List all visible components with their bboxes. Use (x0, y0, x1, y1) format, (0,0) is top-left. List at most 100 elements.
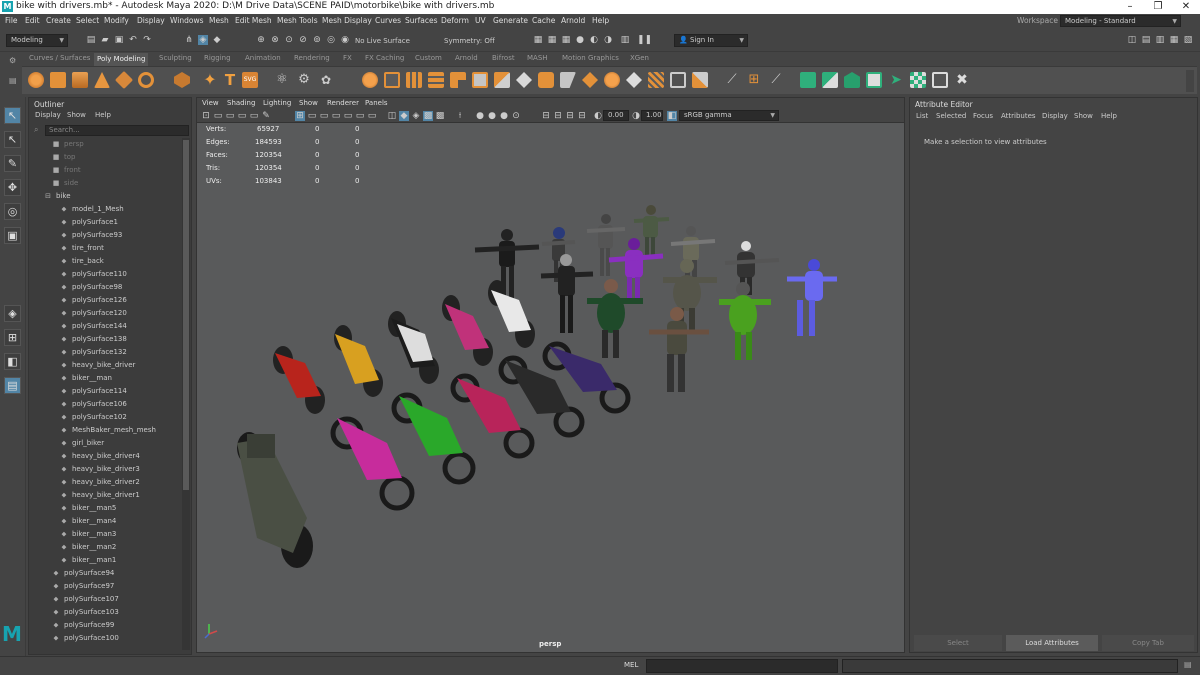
select-tool-icon[interactable]: ↖ (4, 107, 21, 124)
outliner-item[interactable]: ⬥ heavy_bike_driver3 (29, 463, 140, 476)
motorbike-model[interactable] (334, 325, 383, 397)
undo-icon[interactable]: ↶ (128, 35, 138, 45)
minimize-button[interactable]: – (1116, 0, 1144, 14)
copy-tab-button[interactable]: Copy Tab (1102, 635, 1194, 651)
attr-menu-focus[interactable]: Focus (973, 112, 993, 120)
outliner-item[interactable]: ⬥ polySurface126 (29, 294, 127, 307)
outliner-menu-show[interactable]: Show (67, 111, 86, 119)
menu-file[interactable]: File (5, 16, 18, 25)
attr-menu-selected[interactable]: Selected (936, 112, 966, 120)
boolean-icon[interactable] (362, 72, 378, 88)
outliner-item[interactable]: ⬥ polySurface103 (29, 606, 119, 619)
attr-menu-display[interactable]: Display (1042, 112, 1068, 120)
outliner-item[interactable]: ⬥ polySurface106 (29, 398, 127, 411)
separate-icon[interactable]: ⚙ (296, 72, 312, 88)
attr-menu-show[interactable]: Show (1074, 112, 1093, 120)
menu-modify[interactable]: Modify (104, 16, 129, 25)
rider-model[interactable] (670, 226, 716, 282)
outliner-item[interactable]: ⬥ heavy_bike_driver (29, 359, 136, 372)
sculpt-brush-icon[interactable]: ⟋ (724, 72, 740, 88)
snap-view-icon[interactable]: ⊚ (312, 35, 322, 45)
tab-fx[interactable]: FX (343, 54, 352, 62)
rider-model[interactable] (724, 241, 780, 295)
make-hole-icon[interactable] (516, 72, 532, 88)
type-tool-icon[interactable]: T (222, 72, 238, 88)
outliner-item[interactable]: ■ persp (29, 138, 84, 151)
four-view-icon[interactable]: ⊞ (4, 329, 21, 346)
move-tool-icon[interactable]: ✥ (4, 179, 21, 196)
menu-deform[interactable]: Deform (441, 16, 469, 25)
layout-uv-icon[interactable] (932, 72, 948, 88)
outliner-item[interactable]: ⬥ polySurface120 (29, 307, 127, 320)
bridge-icon[interactable] (428, 72, 444, 88)
menu-uv[interactable]: UV (475, 16, 486, 25)
menu-mesh[interactable]: Mesh (209, 16, 229, 25)
outliner-item[interactable]: ⬥ polySurface138 (29, 333, 127, 346)
tab-custom[interactable]: Custom (415, 54, 442, 62)
outliner-item[interactable]: ⬥ biker__man1 (29, 554, 117, 567)
select-object-icon[interactable]: ◈ (198, 35, 208, 45)
outliner-scroll-thumb[interactable] (183, 140, 189, 490)
close-button[interactable]: ✕ (1172, 0, 1200, 14)
connect-icon[interactable] (626, 72, 642, 88)
workspace-dropdown[interactable]: Modeling - Standard ▼ (1060, 15, 1181, 27)
render-view-icon[interactable]: ◐ (589, 35, 599, 45)
menu-mesh-display[interactable]: Mesh Display (322, 16, 372, 25)
snap-projected-icon[interactable]: ⊘ (298, 35, 308, 45)
tab-fx-caching[interactable]: FX Caching (365, 54, 404, 62)
open-scene-icon[interactable]: ▰ (100, 35, 110, 45)
outliner-item[interactable]: ⬥ polySurface97 (29, 580, 115, 593)
combine-icon[interactable]: ⚛ (274, 72, 290, 88)
outliner-item[interactable]: ■ front (29, 164, 81, 177)
command-input[interactable] (646, 659, 838, 673)
render-settings-icon[interactable]: ▦ (561, 35, 571, 45)
attribute-editor-toggle-icon[interactable]: ▤ (1141, 35, 1151, 45)
tab-rendering[interactable]: Rendering (294, 54, 330, 62)
snap-surface-icon[interactable]: ◎ (326, 35, 336, 45)
outliner-scrollbar[interactable] (182, 138, 190, 650)
append-icon[interactable] (472, 72, 488, 88)
menu-windows[interactable]: Windows (170, 16, 203, 25)
load-attributes-button[interactable]: Load Attributes (1006, 635, 1098, 651)
tab-rigging[interactable]: Rigging (204, 54, 231, 62)
outliner-item[interactable]: ⬥ heavy_bike_driver2 (29, 476, 140, 489)
slide-edge-icon[interactable]: ⊞ (746, 72, 762, 88)
outliner-item[interactable]: ⬥ polySurface93 (29, 229, 123, 242)
tab-xgen[interactable]: XGen (630, 54, 649, 62)
outliner-item[interactable]: ⬥ polySurface99 (29, 619, 115, 632)
tab-curves-surfaces[interactable]: Curves / Surfaces (29, 54, 90, 62)
attr-menu-attributes[interactable]: Attributes (1001, 112, 1036, 120)
tab-animation[interactable]: Animation (245, 54, 281, 62)
outliner-item[interactable]: ⬥ model_1_Mesh (29, 203, 124, 216)
modeling-toolkit-icon[interactable]: ◫ (1127, 35, 1137, 45)
outliner-item[interactable]: ⬥ polySurface114 (29, 385, 127, 398)
hypershade-icon[interactable]: ● (575, 35, 585, 45)
outliner-item[interactable]: ⬥ heavy_bike_driver1 (29, 489, 140, 502)
rider-model[interactable] (474, 229, 540, 300)
rider-model[interactable] (719, 282, 771, 360)
rider-model[interactable] (649, 307, 709, 392)
motorbike-model[interactable] (450, 373, 535, 459)
outliner-item[interactable]: ⬥ biker__man (29, 372, 112, 385)
mel-label[interactable]: MEL (624, 661, 638, 669)
tool-settings-icon[interactable]: ▥ (1155, 35, 1165, 45)
checker-uv-icon[interactable] (910, 72, 926, 88)
menu-cache[interactable]: Cache (532, 16, 555, 25)
rider-model[interactable] (587, 279, 643, 358)
menuset-dropdown[interactable]: Modeling ▼ (6, 34, 68, 47)
outliner-item[interactable]: ⬥ polySurface98 (29, 281, 123, 294)
render-current-icon[interactable]: ▦ (533, 35, 543, 45)
outliner-search-input[interactable]: Search... (45, 125, 189, 136)
bevel-icon[interactable] (450, 72, 466, 88)
menu-help[interactable]: Help (592, 16, 609, 25)
menu-surfaces[interactable]: Surfaces (405, 16, 437, 25)
outliner-item[interactable]: ⬥ MeshBaker_mesh_mesh (29, 424, 156, 437)
channel-box-icon[interactable]: ▦ (1169, 35, 1179, 45)
merge-icon[interactable] (670, 72, 686, 88)
menu-generate[interactable]: Generate (493, 16, 528, 25)
poly-torus-icon[interactable] (138, 72, 154, 88)
smooth-icon[interactable]: ✿ (318, 72, 334, 88)
scale-tool-icon[interactable]: ▣ (4, 227, 21, 244)
arnold-ipr-icon[interactable]: ▥ (620, 35, 630, 45)
make-live-icon[interactable]: ◉ (340, 35, 350, 45)
